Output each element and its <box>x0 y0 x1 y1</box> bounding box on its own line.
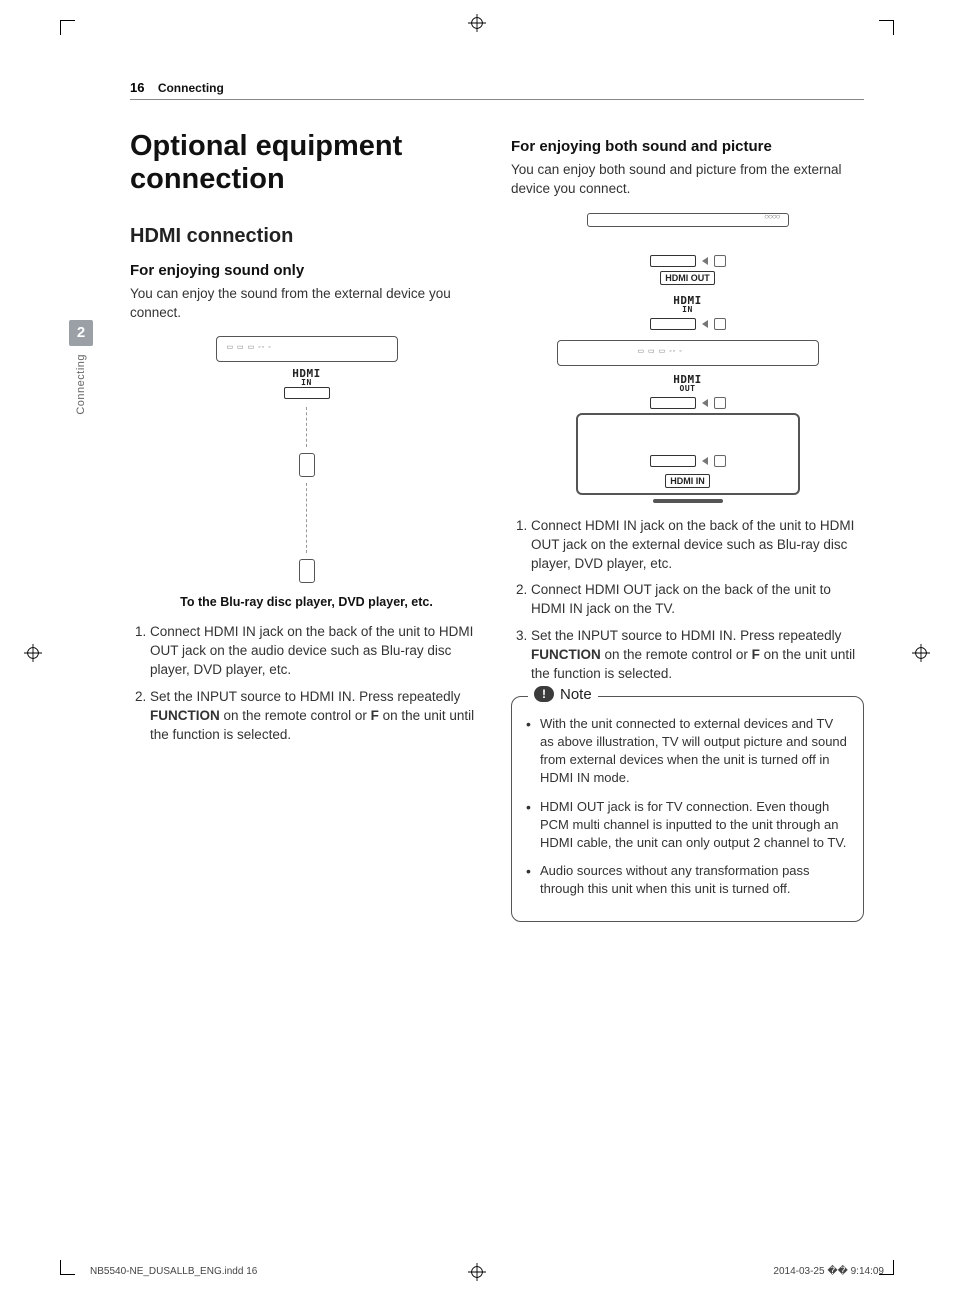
page-content: 2 Connecting 16 Connecting Optional equi… <box>130 80 864 1225</box>
note-item: With the unit connected to external devi… <box>526 715 849 788</box>
hdmi-connection-heading: HDMI connection <box>130 225 483 248</box>
hdmi-jack-icon <box>650 397 696 409</box>
right-column: For enjoying both sound and picture You … <box>511 130 864 922</box>
arrow-left-icon <box>702 257 708 265</box>
sound-picture-steps: Connect HDMI IN jack on the back of the … <box>511 517 864 684</box>
f-keyword: F <box>371 708 379 723</box>
crop-mark <box>60 20 75 35</box>
hdmi-jack-icon <box>284 387 330 399</box>
step-item: Connect HDMI OUT jack on the back of the… <box>531 581 864 619</box>
print-timestamp: 2014-03-25 �� 9:14:09 <box>773 1266 884 1277</box>
arrow-left-icon <box>702 457 708 465</box>
hdmi-sound-only-figure: ▭ ▭ ▭ ◦◦ ◦ HDMI IN To the Blu-ray disc p… <box>130 336 483 609</box>
registration-mark-icon <box>24 644 42 662</box>
function-keyword: FUNCTION <box>150 708 220 723</box>
hdmi-in-row <box>650 318 726 330</box>
hdmi-in-row <box>588 455 788 467</box>
chapter-number-badge: 2 <box>69 320 93 346</box>
crop-mark <box>879 20 894 35</box>
cable-line <box>306 407 307 447</box>
f-keyword: F <box>752 647 760 662</box>
chapter-tab: 2 Connecting <box>67 320 95 418</box>
note-item: HDMI OUT jack is for TV connection. Even… <box>526 798 849 853</box>
file-reference: NB5540-NE_DUSALLB_ENG.indd 16 <box>90 1266 257 1277</box>
note-list: With the unit connected to external devi… <box>526 715 849 899</box>
hdmi-in-label: HDMI IN <box>673 295 702 314</box>
hdmi-plug-icon <box>714 397 726 409</box>
hdmi-out-label-box: HDMI OUT <box>660 271 715 285</box>
hdmi-sub-text: IN <box>673 306 702 314</box>
unit-back-graphic: ▭ ▭ ▭ ◦◦ ◦ <box>557 340 819 366</box>
arrow-left-icon <box>702 320 708 328</box>
hdmi-plug-icon <box>299 453 315 477</box>
note-item: Audio sources without any transformation… <box>526 862 849 898</box>
hdmi-plug-icon <box>714 318 726 330</box>
registration-mark-icon <box>912 644 930 662</box>
note-tag: ! Note <box>528 686 598 703</box>
chapter-label: Connecting <box>75 354 87 415</box>
hdmi-out-label: HDMI OUT <box>673 374 702 393</box>
hdmi-plug-icon <box>299 559 315 583</box>
hdmi-jack-icon <box>650 255 696 267</box>
page-title: Optional equipment connection <box>130 130 483 197</box>
section-name: Connecting <box>158 81 224 95</box>
step-item: Connect HDMI IN jack on the back of the … <box>531 517 864 574</box>
hdmi-jack-icon <box>650 455 696 467</box>
sound-only-steps: Connect HDMI IN jack on the back of the … <box>130 623 483 744</box>
sound-only-intro: You can enjoy the sound from the externa… <box>130 285 483 323</box>
hdmi-out-row <box>650 397 726 409</box>
note-box: ! Note With the unit connected to extern… <box>511 696 864 922</box>
function-keyword: FUNCTION <box>531 647 601 662</box>
hdmi-sound-picture-figure: HDMI OUT HDMI IN ▭ ▭ ▭ ◦◦ ◦ HDMI OUT <box>511 213 864 503</box>
sound-only-heading: For enjoying sound only <box>130 262 483 279</box>
arrow-left-icon <box>702 399 708 407</box>
external-device-graphic <box>587 213 789 227</box>
note-icon: ! <box>534 686 554 702</box>
step-item: Set the INPUT source to HDMI IN. Press r… <box>150 688 483 745</box>
hdmi-jack-icon <box>650 318 696 330</box>
hdmi-sub-text: OUT <box>673 385 702 393</box>
note-label: Note <box>560 686 592 703</box>
step-item: Set the INPUT source to HDMI IN. Press r… <box>531 627 864 684</box>
sound-picture-intro: You can enjoy both sound and picture fro… <box>511 161 864 199</box>
hdmi-in-label-box: HDMI IN <box>665 474 710 488</box>
hdmi-plug-icon <box>714 455 726 467</box>
running-header: 16 Connecting <box>130 80 864 100</box>
registration-mark-icon <box>468 14 486 32</box>
print-footer: NB5540-NE_DUSALLB_ENG.indd 16 2014-03-25… <box>90 1266 884 1277</box>
hdmi-plug-icon <box>714 255 726 267</box>
unit-back-graphic: ▭ ▭ ▭ ◦◦ ◦ <box>216 336 398 362</box>
hdmi-sub-text: IN <box>284 379 330 387</box>
tv-stand-graphic <box>653 499 723 503</box>
hdmi-label: HDMI IN <box>284 368 330 401</box>
tv-graphic: HDMI IN <box>576 413 800 495</box>
figure-caption: To the Blu-ray disc player, DVD player, … <box>180 595 433 609</box>
cable-line <box>306 483 307 553</box>
step-item: Connect HDMI IN jack on the back of the … <box>150 623 483 680</box>
page-number: 16 <box>130 80 144 95</box>
left-column: Optional equipment connection HDMI conne… <box>130 130 483 922</box>
sound-picture-heading: For enjoying both sound and picture <box>511 138 864 155</box>
hdmi-out-row <box>650 255 726 267</box>
crop-mark <box>60 1260 75 1275</box>
